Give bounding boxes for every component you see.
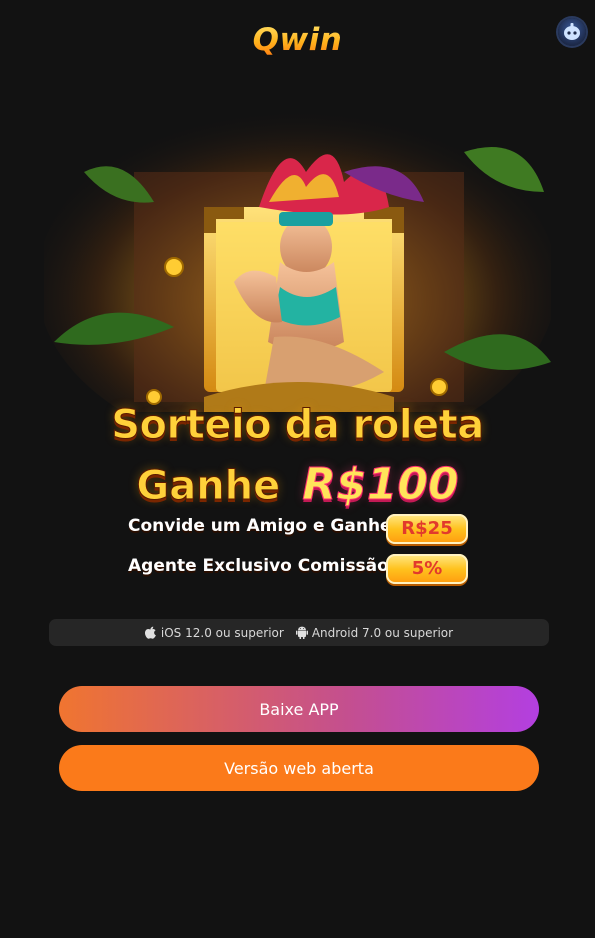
promo-subheadline: Ganhe R$100	[44, 459, 551, 511]
promo-win-word: Ganhe	[136, 463, 281, 510]
promo-banner[interactable]: Sorteio da roleta Ganhe R$100 Convide um …	[44, 112, 551, 592]
aztec-queen-illustration	[44, 112, 551, 412]
support-bot-icon[interactable]	[558, 18, 586, 46]
promo-row-invite: Convide um Amigo e Ganhe R$25	[128, 514, 468, 544]
android-icon	[295, 626, 308, 639]
ios-requirement: iOS 12.0 ou superior	[144, 625, 284, 640]
download-app-button[interactable]: Baixe APP	[59, 686, 539, 732]
open-web-version-button[interactable]: Versão web aberta	[59, 745, 539, 791]
promo-prize-amount: R$100	[302, 459, 459, 511]
system-requirements-bar: iOS 12.0 ou superior Android 7.0 ou supe…	[49, 619, 549, 646]
promo-row-value-badge: 5%	[386, 554, 468, 584]
promo-row-value-badge: R$25	[386, 514, 468, 544]
brand-logo: Qwin	[0, 22, 595, 58]
android-requirement: Android 7.0 ou superior	[295, 625, 454, 640]
promo-row-label: Agente Exclusivo Comissão	[128, 556, 389, 576]
apple-icon	[144, 626, 157, 639]
promo-row-commission: Agente Exclusivo Comissão 5%	[128, 554, 468, 584]
promo-row-label: Convide um Amigo e Ganhe	[128, 516, 392, 536]
promo-headline: Sorteio da roleta	[111, 402, 485, 449]
ios-requirement-text: iOS 12.0 ou superior	[160, 625, 284, 640]
android-requirement-text: Android 7.0 ou superior	[311, 625, 454, 640]
